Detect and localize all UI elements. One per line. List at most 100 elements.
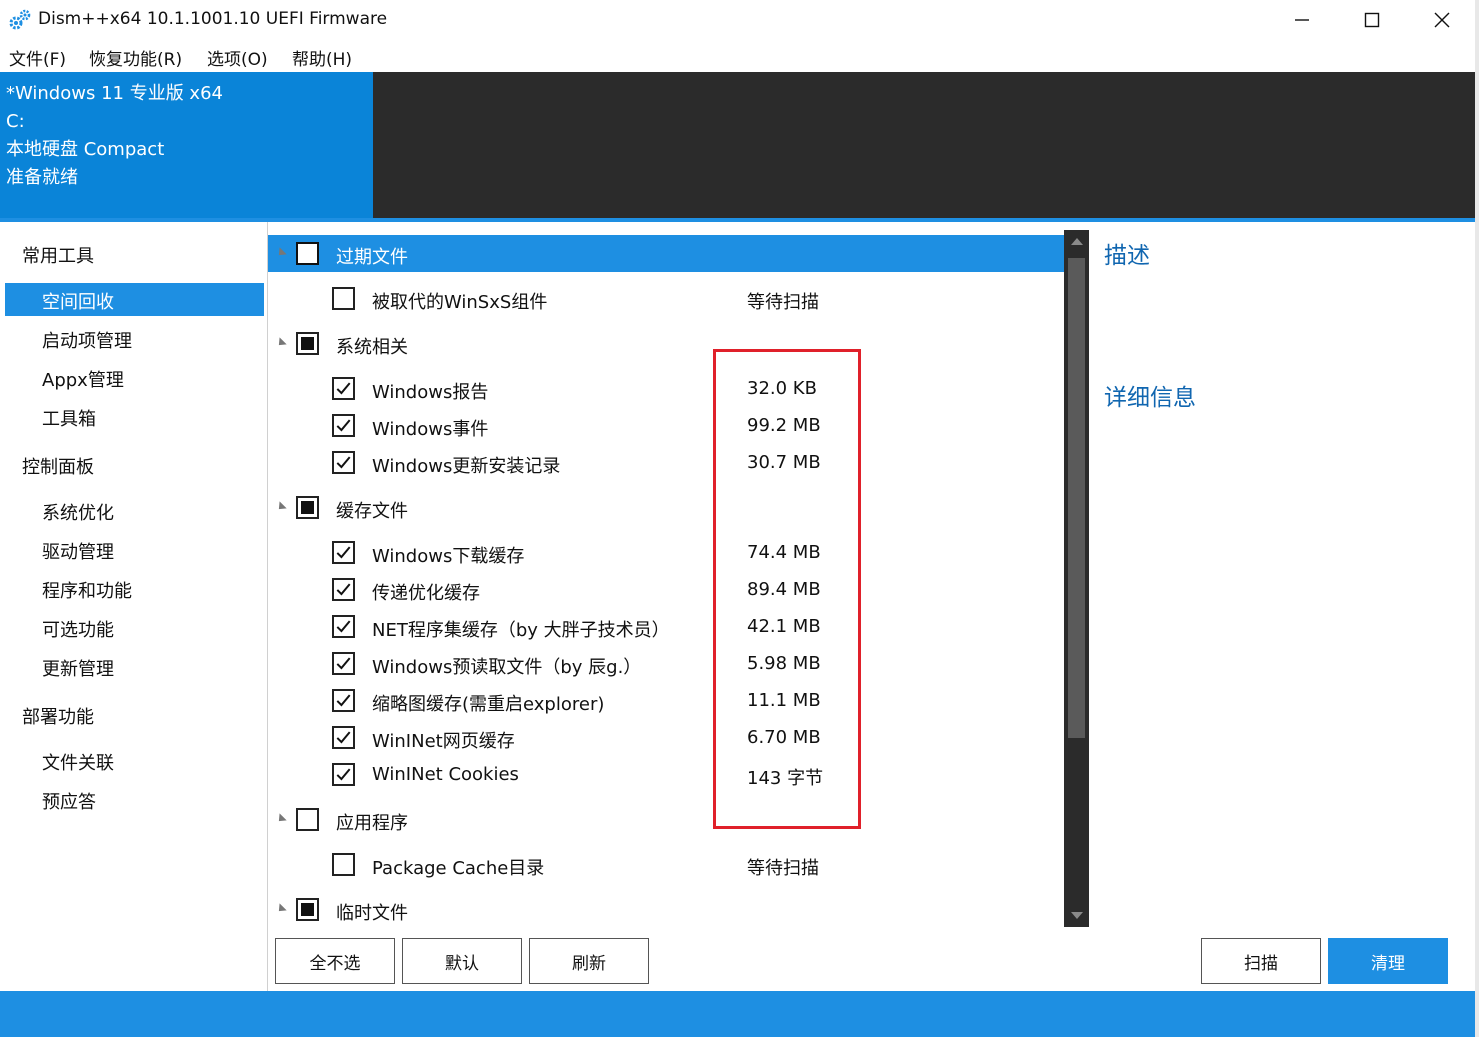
list-item[interactable]: 被取代的WinSxS组件 等待扫描 [268,280,1064,317]
category-checkbox[interactable] [296,496,319,519]
minimize-icon [1295,19,1309,21]
category-label: 系统相关 [336,337,408,358]
checkmark-icon[interactable] [332,541,355,564]
category-row-temp-files[interactable]: 临时文件 [268,891,1064,927]
scroll-down-icon[interactable] [1071,912,1083,919]
category-checkbox[interactable] [296,898,319,921]
category-checkbox[interactable] [296,242,319,265]
checkmark-icon[interactable] [332,578,355,601]
list-item[interactable]: WinINet Cookies 143 字节 [268,756,1064,793]
item-label: Windows事件 [372,419,489,440]
sidebar-item-drivers[interactable]: 驱动管理 [5,533,264,566]
list-item[interactable]: Windows报告 32.0 KB [268,370,1064,407]
system-info-panel[interactable]: *Windows 11 专业版 x64 C: 本地硬盘 Compact 准备就绪 [0,72,373,220]
menu-bar: 文件(F) 恢复功能(R) 选项(O) 帮助(H) [0,40,1479,72]
sidebar-item-startup[interactable]: 启动项管理 [5,322,264,355]
close-icon [1434,12,1450,28]
cleanup-list[interactable]: 过期文件 被取代的WinSxS组件 等待扫描 系统相关 Windows报告 32… [268,230,1064,927]
list-item[interactable]: Package Cache目录 等待扫描 [268,846,1064,883]
sidebar-item-optional-features[interactable]: 可选功能 [5,611,264,644]
item-label: Windows下载缓存 [372,546,525,567]
os-name: *Windows 11 专业版 x64 [6,83,223,104]
item-size: 等待扫描 [747,292,819,313]
status-text: 准备就绪 [6,167,78,188]
maximize-button[interactable] [1337,0,1407,40]
checkmark-icon[interactable] [332,377,355,400]
item-checkbox[interactable] [332,853,355,876]
category-row-system[interactable]: 系统相关 [268,325,1064,362]
list-item[interactable]: Windows事件 99.2 MB [268,407,1064,444]
nav-group-deploy: 部署功能 [22,707,94,728]
menu-restore[interactable]: 恢复功能(R) [89,45,182,70]
checkmark-icon[interactable] [332,414,355,437]
item-checkbox[interactable] [332,287,355,310]
item-label: WinINet网页缓存 [372,731,515,752]
sidebar-item-appx[interactable]: Appx管理 [5,361,264,394]
title-bar: Dism++x64 10.1.1001.10 UEFI Firmware [0,0,1479,40]
nav-group-common-tools: 常用工具 [22,246,94,267]
select-none-button[interactable]: 全不选 [275,938,395,984]
item-label: Windows预读取文件（by 辰g.） [372,657,642,678]
scan-button[interactable]: 扫描 [1201,938,1321,984]
category-label: 缓存文件 [336,501,408,522]
item-label: WinINet Cookies [372,764,519,785]
default-button[interactable]: 默认 [402,938,522,984]
expand-arrow-icon[interactable] [275,501,287,513]
list-item[interactable]: Windows预读取文件（by 辰g.） 5.98 MB [268,645,1064,682]
checkmark-icon[interactable] [332,726,355,749]
sidebar-item-toolbox[interactable]: 工具箱 [5,400,264,433]
nav-group-control-panel: 控制面板 [22,457,94,478]
checkmark-icon[interactable] [332,615,355,638]
category-row-applications[interactable]: 应用程序 [268,801,1064,838]
scroll-up-icon[interactable] [1071,238,1083,245]
category-label: 临时文件 [336,903,408,924]
refresh-button[interactable]: 刷新 [529,938,649,984]
minimize-button[interactable] [1267,0,1337,40]
sidebar-item-file-assoc[interactable]: 文件关联 [5,744,264,777]
list-item[interactable]: 缩略图缓存(需重启explorer) 11.1 MB [268,682,1064,719]
item-label: 缩略图缓存(需重启explorer) [372,694,605,715]
clean-button[interactable]: 清理 [1328,938,1448,984]
item-label: 被取代的WinSxS组件 [372,292,548,313]
window-edge [1475,0,1479,1037]
list-item[interactable]: 传递优化缓存 89.4 MB [268,571,1064,608]
category-row-expired-files[interactable]: 过期文件 [268,235,1064,272]
expand-arrow-icon[interactable] [275,337,287,349]
item-label: Package Cache目录 [372,858,545,879]
menu-help[interactable]: 帮助(H) [292,45,352,70]
close-button[interactable] [1407,0,1477,40]
sidebar-item-answer-file[interactable]: 预应答 [5,783,264,816]
item-label: NET程序集缓存（by 大胖子技术员） [372,620,670,641]
menu-options[interactable]: 选项(O) [207,45,268,70]
item-label: Windows更新安装记录 [372,456,561,477]
item-label: 传递优化缓存 [372,583,480,604]
checkmark-icon[interactable] [332,652,355,675]
list-item[interactable]: NET程序集缓存（by 大胖子技术员） 42.1 MB [268,608,1064,645]
description-title: 描述 [1104,243,1150,269]
scroll-thumb[interactable] [1068,258,1085,738]
checkmark-icon[interactable] [332,763,355,786]
expand-arrow-icon[interactable] [275,903,287,915]
category-checkbox[interactable] [296,808,319,831]
item-size: 等待扫描 [747,858,819,879]
status-bar [0,991,1475,1037]
highlight-box [713,349,861,829]
gears-app-icon [9,9,31,30]
list-item[interactable]: WinINet网页缓存 6.70 MB [268,719,1064,756]
category-row-cache[interactable]: 缓存文件 [268,489,1064,526]
details-title: 详细信息 [1104,385,1196,411]
sidebar-item-optimize[interactable]: 系统优化 [5,494,264,527]
expand-arrow-icon[interactable] [275,247,287,259]
list-item[interactable]: Windows更新安装记录 30.7 MB [268,444,1064,481]
checkmark-icon[interactable] [332,451,355,474]
sidebar: 常用工具 空间回收 启动项管理 Appx管理 工具箱 控制面板 系统优化 驱动管… [0,222,268,991]
sidebar-item-programs[interactable]: 程序和功能 [5,572,264,605]
sidebar-item-updates[interactable]: 更新管理 [5,650,264,683]
expand-arrow-icon[interactable] [275,813,287,825]
checkmark-icon[interactable] [332,689,355,712]
menu-file[interactable]: 文件(F) [9,45,66,70]
category-checkbox[interactable] [296,332,319,355]
list-item[interactable]: Windows下载缓存 74.4 MB [268,534,1064,571]
sidebar-item-space-cleanup[interactable]: 空间回收 [5,283,264,316]
list-scrollbar[interactable] [1064,230,1089,927]
